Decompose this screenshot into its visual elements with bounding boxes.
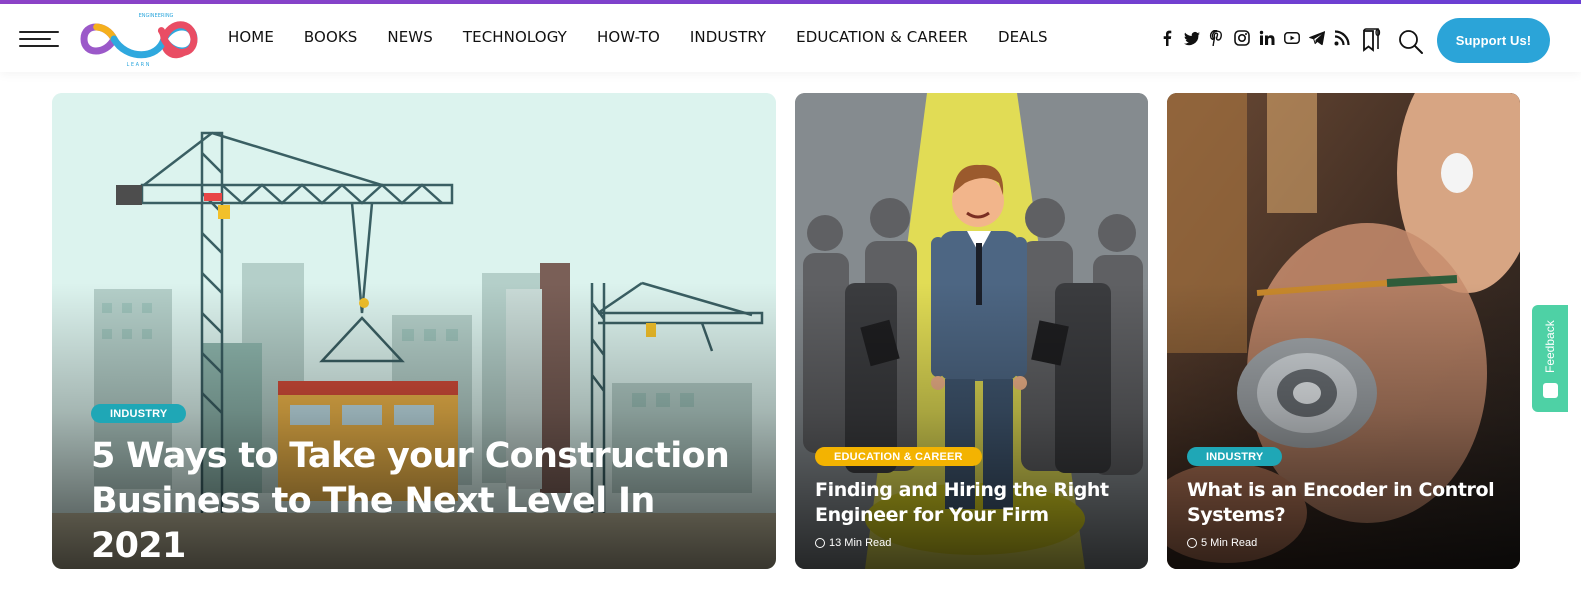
social-links: [1159, 30, 1359, 46]
nav-deals[interactable]: DEALS: [998, 28, 1048, 46]
clock-icon: [815, 538, 825, 548]
search-icon[interactable]: [1398, 29, 1424, 55]
post-title[interactable]: 5 Ways to Take your Construction Busines…: [91, 434, 731, 569]
twitter-icon[interactable]: [1184, 30, 1200, 46]
post-card[interactable]: EDUCATION & CAREER Finding and Hiring th…: [795, 93, 1148, 569]
bookmark-icon[interactable]: 0: [1362, 28, 1388, 54]
svg-text:ENGINEERING: ENGINEERING: [139, 13, 174, 19]
linkedin-icon[interactable]: [1259, 30, 1275, 46]
feedback-tab[interactable]: Feedback: [1532, 305, 1568, 412]
nav-industry[interactable]: INDUSTRY: [690, 28, 766, 46]
read-time-label: 5 Min Read: [1201, 537, 1258, 549]
read-time-label: 13 Min Read: [829, 537, 892, 549]
post-card[interactable]: INDUSTRY What is an Encoder in Control S…: [1167, 93, 1520, 569]
bookmark-count: 0: [1375, 28, 1381, 39]
read-time: 5 Min Read: [1187, 537, 1257, 549]
site-logo[interactable]: L E A R N ENGINEERING: [78, 8, 200, 70]
nav-news[interactable]: NEWS: [387, 28, 432, 46]
instagram-icon[interactable]: [1234, 30, 1250, 46]
post-title[interactable]: What is an Encoder in Control Systems?: [1187, 478, 1507, 528]
nav-technology[interactable]: TECHNOLOGY: [463, 28, 567, 46]
site-header: L E A R N ENGINEERING HOME BOOKS NEWS TE…: [0, 4, 1581, 72]
nav-how-to[interactable]: HOW-TO: [597, 28, 660, 46]
main-navigation: HOME BOOKS NEWS TECHNOLOGY HOW-TO INDUST…: [228, 28, 1078, 46]
category-badge[interactable]: INDUSTRY: [1187, 447, 1283, 466]
facebook-icon[interactable]: [1159, 30, 1175, 46]
read-time: 13 Min Read: [815, 537, 891, 549]
pinterest-icon[interactable]: [1209, 30, 1225, 46]
nav-home[interactable]: HOME: [228, 28, 274, 46]
nav-education-career[interactable]: EDUCATION & CAREER: [796, 28, 968, 46]
hamburger-menu-icon[interactable]: [19, 31, 61, 49]
featured-post-card[interactable]: INDUSTRY 5 Ways to Take your Constructio…: [52, 93, 776, 569]
category-badge[interactable]: EDUCATION & CAREER: [815, 447, 982, 466]
youtube-icon[interactable]: [1284, 30, 1300, 46]
feedback-icon: [1543, 383, 1558, 398]
rss-icon[interactable]: [1334, 30, 1350, 46]
svg-text:L E A R N: L E A R N: [127, 62, 150, 68]
category-badge[interactable]: INDUSTRY: [91, 404, 187, 423]
support-us-button[interactable]: Support Us!: [1437, 18, 1550, 63]
post-title[interactable]: Finding and Hiring the Right Engineer fo…: [815, 478, 1135, 528]
nav-books[interactable]: BOOKS: [304, 28, 358, 46]
clock-icon: [1187, 538, 1197, 548]
telegram-icon[interactable]: [1309, 30, 1325, 46]
feedback-label: Feedback: [1543, 320, 1557, 374]
